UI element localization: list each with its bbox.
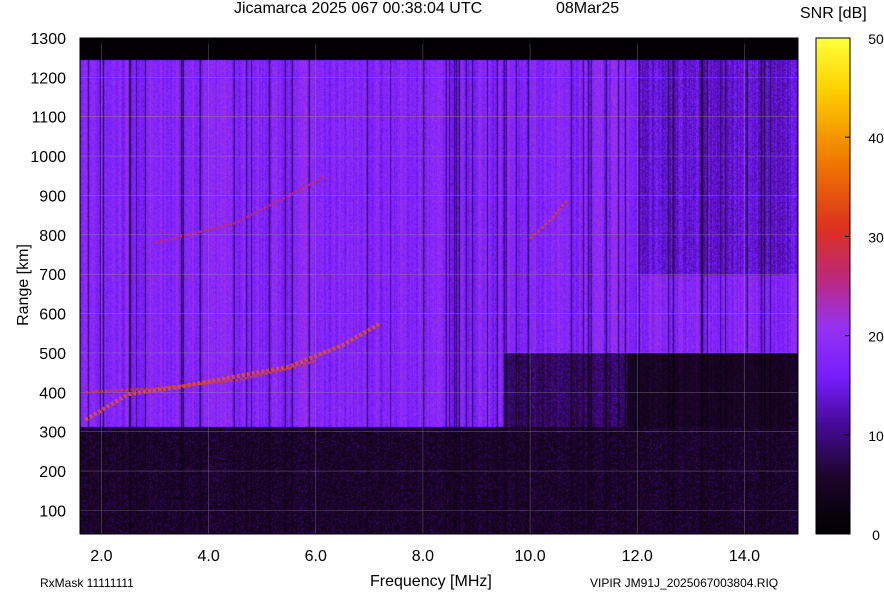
chart-title: Jicamarca 2025 067 00:38:04 UTC <box>234 0 483 17</box>
y-tick-label: 1100 <box>32 110 67 127</box>
x-tick-label: 10.0 <box>515 548 546 565</box>
o-trace <box>84 321 382 422</box>
x-tick-label: 4.0 <box>197 548 219 565</box>
y-tick-label: 700 <box>39 267 66 284</box>
y-tick-label: 1000 <box>30 149 66 166</box>
y-tick-label: 300 <box>39 425 66 442</box>
date-label: 08Mar25 <box>556 0 620 17</box>
x-tick-label: 2.0 <box>90 548 112 565</box>
y-tick-label: 400 <box>39 385 66 402</box>
y-tick-label: 1300 <box>30 31 66 48</box>
y-tick-label: 800 <box>39 228 66 245</box>
ionogram-figure: { "header": { "title": "Jicamarca 2025 0… <box>0 0 884 595</box>
y-tick-label: 200 <box>39 464 66 481</box>
x-tick-label: 12.0 <box>622 548 653 565</box>
colorbar-label: SNR [dB] <box>800 5 867 22</box>
x-axis-label: Frequency [MHz] <box>370 573 492 590</box>
colorbar-tick-label: 30 <box>868 229 884 245</box>
y-tick-label: 600 <box>39 307 66 324</box>
y-tick-label: 900 <box>39 188 66 205</box>
colorbar-frame <box>815 37 851 535</box>
x-tick-label: 6.0 <box>305 548 327 565</box>
rx-mask-label: RxMask 11111111 <box>40 576 134 590</box>
x-trace <box>85 359 317 394</box>
y-tick-label: 100 <box>39 503 66 520</box>
x-tick-label: 14.0 <box>729 548 760 565</box>
colorbar-tick-label: 20 <box>868 329 884 345</box>
file-info-label: VIPIR JM91J_2025067003804.RIQ <box>590 576 779 590</box>
colorbar-tick-label: 50 <box>868 31 884 47</box>
x-tick-label: 8.0 <box>412 548 434 565</box>
plot-overlay: 2.0 4.0 6.0 8.0 10.0 12.0 14.01002003004005006… <box>30 31 884 565</box>
plot-frame <box>79 37 799 535</box>
colorbar-tick-label: 10 <box>868 428 884 444</box>
y-tick-label: 1200 <box>30 70 66 87</box>
y-tick-label: 500 <box>39 346 66 363</box>
oblique <box>529 198 569 240</box>
y-axis-label: Range [km] <box>15 244 32 326</box>
multi-hop <box>154 174 328 244</box>
colorbar-tick-label: 40 <box>868 130 884 146</box>
colorbar-tick-label: 0 <box>872 527 880 543</box>
